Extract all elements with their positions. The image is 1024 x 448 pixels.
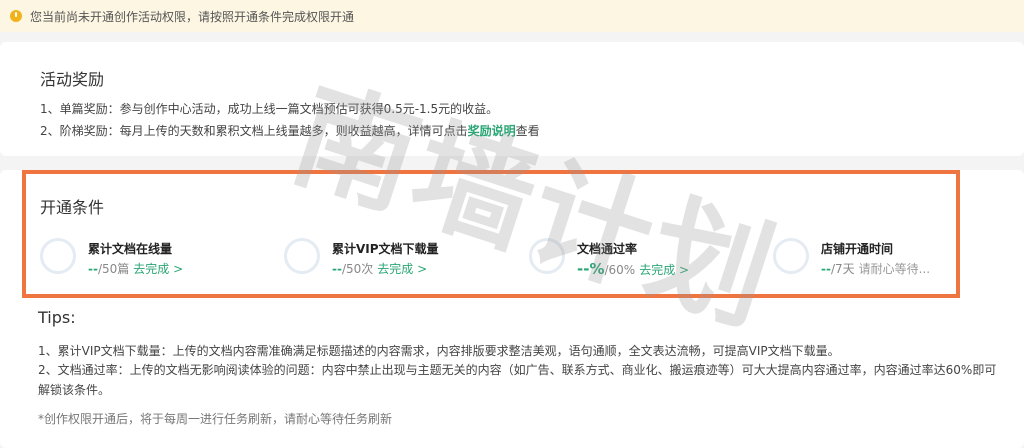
tip-vip-downloads: 1、累计VIP文档下载量：上传的文档内容需准确满足标题描述的内容需求，内容排版要… bbox=[38, 344, 840, 358]
condition-name: 累计VIP文档下载量 bbox=[332, 242, 439, 256]
condition-current: --% bbox=[577, 260, 605, 278]
condition-progress: --%/60% 去完成 > bbox=[577, 260, 689, 278]
condition-name: 累计文档在线量 bbox=[88, 242, 173, 256]
reward-line-single: 1、单篇奖励：参与创作中心活动，成功上线一篇文档预估可获得0.5元-1.5元的收… bbox=[40, 102, 499, 116]
condition-current: -- bbox=[821, 262, 831, 276]
progress-ring-icon bbox=[529, 238, 565, 274]
reward-line-tiered: 2、阶梯奖励：每月上传的天数和累积文档上线量越多，则收益越高，详情可点击奖励说明… bbox=[40, 122, 540, 139]
reward-line-tiered-prefix: 2、阶梯奖励：每月上传的天数和累积文档上线量越多，则收益越高，详情可点击 bbox=[40, 124, 468, 138]
go-complete-link[interactable]: 去完成 > bbox=[133, 262, 183, 276]
condition-target: /50次 bbox=[341, 262, 374, 276]
go-complete-link[interactable]: 去完成 > bbox=[377, 262, 427, 276]
conditions-highlight-box bbox=[22, 170, 960, 298]
condition-progress: --/50次 去完成 > bbox=[332, 260, 427, 277]
warning-icon bbox=[10, 10, 22, 22]
progress-ring-icon bbox=[284, 238, 320, 274]
condition-progress: --/7天 请耐心等待... bbox=[821, 260, 930, 277]
condition-current: -- bbox=[332, 262, 342, 276]
activity-reward-card: 活动奖励 1、单篇奖励：参与创作中心活动，成功上线一篇文档预估可获得0.5元-1… bbox=[0, 42, 1024, 156]
condition-target: /7天 bbox=[830, 262, 855, 276]
condition-current: -- bbox=[88, 262, 98, 276]
progress-ring-icon bbox=[773, 238, 809, 274]
reward-explanation-link[interactable]: 奖励说明 bbox=[468, 124, 516, 138]
condition-target: /50篇 bbox=[97, 262, 130, 276]
condition-target: /60% bbox=[604, 263, 636, 277]
condition-name: 文档通过率 bbox=[577, 242, 638, 256]
refresh-footnote: *创作权限开通后，将于每周一进行任务刷新，请耐心等待任务刷新 bbox=[38, 412, 393, 426]
notice-text: 您当前尚未开通创作活动权限，请按照开通条件完成权限开通 bbox=[30, 9, 355, 24]
conditions-section-title: 开通条件 bbox=[40, 198, 105, 217]
tip-pass-rate: 2、文档通过率：上传的文档无影响阅读体验的问题：内容中禁止出现与主题无关的内容（… bbox=[38, 363, 997, 397]
reward-section-title: 活动奖励 bbox=[40, 70, 105, 89]
wait-status-text: 请耐心等待... bbox=[858, 262, 931, 276]
condition-name: 店铺开通时间 bbox=[821, 242, 894, 256]
go-complete-link[interactable]: 去完成 > bbox=[639, 263, 689, 277]
progress-ring-icon bbox=[40, 238, 76, 274]
open-conditions-card: 开通条件 累计文档在线量 --/50篇 去完成 > 累计VIP文档下载量 --/5… bbox=[0, 170, 1024, 448]
tips-title: Tips: bbox=[38, 308, 76, 327]
permission-notice-bar: 您当前尚未开通创作活动权限，请按照开通条件完成权限开通 bbox=[0, 0, 1024, 32]
condition-progress: --/50篇 去完成 > bbox=[88, 260, 183, 277]
reward-line-tiered-suffix: 查看 bbox=[515, 124, 540, 138]
